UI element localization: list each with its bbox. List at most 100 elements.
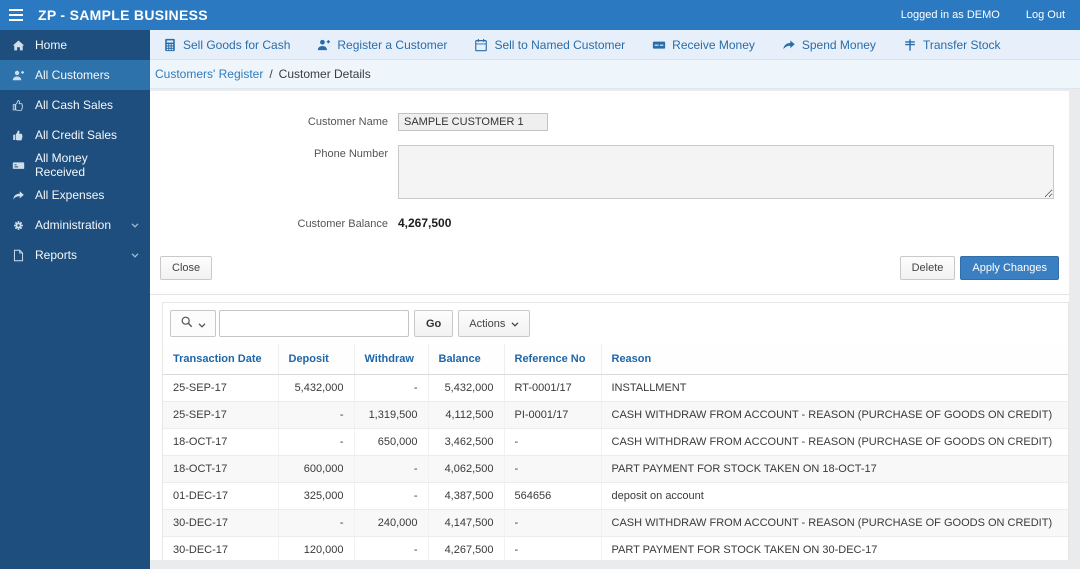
table-cell: - [278, 401, 355, 429]
app-root: ZP - SAMPLE BUSINESS Logged in as DEMO L… [0, 0, 1080, 569]
column-header-reference-no[interactable]: Reference No [504, 344, 602, 375]
phone-number-label: Phone Number [314, 148, 388, 160]
table-cell: CASH WITHDRAW FROM ACCOUNT - REASON (PUR… [601, 509, 1068, 537]
column-header-transaction-date[interactable]: Transaction Date [163, 344, 279, 375]
share-arrow-icon [11, 188, 25, 202]
user-plus-icon [11, 68, 25, 82]
column-header-withdraw[interactable]: Withdraw [354, 344, 429, 375]
table-row: 25-SEP-17 5,432,000-5,432,000 RT-0001/17 IN… [163, 374, 1068, 402]
breadcrumb-current: Customer Details [278, 67, 371, 81]
column-header-deposit[interactable]: Deposit [278, 344, 355, 375]
sidebar-item-all-credit-sales[interactable]: All Credit Sales [0, 120, 150, 150]
table-cell: CASH WITHDRAW FROM ACCOUNT - REASON (PUR… [601, 401, 1068, 429]
go-button[interactable]: Go [414, 310, 454, 337]
document-icon [11, 248, 25, 262]
actions-button-label: Actions [469, 317, 506, 330]
form-buttons-row: Close Delete Apply Changes [150, 256, 1069, 280]
table-cell: 18-OCT-17 [163, 428, 279, 456]
gear-icon [11, 218, 25, 232]
table-cell: 25-SEP-17 [163, 374, 279, 402]
logged-in-text: Logged in as DEMO [900, 9, 1000, 21]
logout-link[interactable]: Log Out [1026, 9, 1065, 21]
thumbs-up-icon [11, 128, 25, 142]
table-row: 18-OCT-17 600,000-4,062,500- PART PAYMENT … [163, 455, 1068, 483]
sidebar-item-label: Home [35, 38, 68, 52]
delete-button[interactable]: Delete [899, 256, 956, 280]
toolbar-item-receive-money[interactable]: Receive Money [652, 38, 755, 52]
chevron-down-icon [198, 316, 206, 331]
table-cell: deposit on account [601, 482, 1068, 510]
sidebar-item-administration[interactable]: Administration [0, 210, 150, 240]
toolbar-item-spend-money[interactable]: Spend Money [782, 38, 876, 52]
toolbar-item-label: Register a Customer [337, 37, 448, 52]
sidebar-item-reports[interactable]: Reports [0, 240, 150, 270]
table-row: 25-SEP-17-1,319,500 4,112,500 PI-0001/17 CA… [163, 401, 1068, 429]
apply-changes-button[interactable]: Apply Changes [960, 256, 1059, 280]
table-row: 18-OCT-17-650,000 3,462,500- CASH WITHDRAW… [163, 428, 1068, 456]
breadcrumb-link[interactable]: Customers' Register [155, 67, 263, 81]
topbar: ZP - SAMPLE BUSINESS Logged in as DEMO L… [0, 0, 1080, 30]
toolbar-item-register-a-customer[interactable]: Register a Customer [317, 38, 447, 52]
close-button[interactable]: Close [160, 256, 213, 280]
toolbar-item-sell-to-named-customer[interactable]: Sell to Named Customer [474, 38, 625, 52]
sidebar-item-label: All Money Received [35, 151, 88, 179]
table-cell: 4,062,500 [428, 455, 505, 483]
table-cell: CASH WITHDRAW FROM ACCOUNT - REASON (PUR… [601, 428, 1068, 456]
sidebar-item-label: Reports [35, 248, 78, 262]
phone-number-textarea[interactable] [398, 145, 1054, 199]
app-title: ZP - SAMPLE BUSINESS [38, 7, 208, 23]
search-options-button[interactable] [170, 310, 216, 337]
column-header-balance[interactable]: Balance [428, 344, 505, 375]
sidebar-item-label: Administration [35, 218, 112, 232]
table-row: 30-DEC-17-240,000 4,147,500- CASH WITHDRAW… [163, 509, 1068, 537]
thumbs-up-outline-icon [11, 98, 25, 112]
home-icon [11, 38, 25, 52]
transactions-report: Go Actions Transaction Date Deposit With… [162, 302, 1069, 560]
toolbar-item-sell-goods-for-cash[interactable]: Sell Goods for Cash [163, 38, 290, 52]
table-cell: 325,000 [278, 482, 355, 510]
actions-button[interactable]: Actions [458, 310, 531, 337]
toolbar-item-transfer-stock[interactable]: Transfer Stock [903, 38, 1001, 52]
table-cell: 5,432,000 [278, 374, 355, 402]
chevron-down-icon [131, 252, 139, 258]
table-cell: - [354, 536, 429, 560]
table-cell: 600,000 [278, 455, 355, 483]
search-input[interactable] [219, 310, 409, 337]
table-cell: 650,000 [354, 428, 429, 456]
table-row: 30-DEC-17 120,000-4,267,500- PART PAYMENT … [163, 536, 1068, 560]
table-cell: INSTALLMENT [601, 374, 1068, 402]
customer-details-form: Customer Name Phone Number Customer Bala… [150, 113, 1069, 295]
table-cell: 01-DEC-17 [163, 482, 279, 510]
toolbar-item-label: Transfer Stock [922, 37, 1001, 52]
magnifier-icon [180, 315, 194, 332]
table-cell: PART PAYMENT FOR STOCK TAKEN ON 18-OCT-1… [601, 455, 1068, 483]
action-toolbar: Sell Goods for Cash Register a Customer … [150, 30, 1080, 60]
chevron-down-icon [511, 318, 519, 330]
table-cell: 4,147,500 [428, 509, 505, 537]
hamburger-menu-icon[interactable] [0, 0, 32, 30]
table-cell: 4,267,500 [428, 536, 505, 560]
table-cell: - [504, 428, 602, 456]
calculator-icon [163, 38, 177, 52]
credit-card-icon [11, 158, 25, 172]
sidebar-item-home[interactable]: Home [0, 30, 150, 60]
main-area: Sell Goods for Cash Register a Customer … [150, 30, 1080, 569]
sidebar-item-label: All Cash Sales [35, 98, 114, 112]
sidebar-item-all-customers[interactable]: All Customers [0, 60, 150, 90]
table-cell: RT-0001/17 [504, 374, 602, 402]
table-cell: - [354, 374, 429, 402]
table-cell: - [278, 509, 355, 537]
column-header-reason[interactable]: Reason [601, 344, 1068, 375]
transactions-table: Transaction Date Deposit Withdraw Balanc… [163, 344, 1068, 560]
table-cell: PI-0001/17 [504, 401, 602, 429]
sidebar-item-all-money-received[interactable]: All Money Received [0, 150, 150, 180]
content-region: Customer Name Phone Number Customer Bala… [150, 91, 1069, 560]
sidebar-item-all-expenses[interactable]: All Expenses [0, 180, 150, 210]
sidebar-item-all-cash-sales[interactable]: All Cash Sales [0, 90, 150, 120]
table-header-row: Transaction Date Deposit Withdraw Balanc… [163, 344, 1068, 375]
customer-name-label: Customer Name [307, 116, 388, 128]
table-cell: PART PAYMENT FOR STOCK TAKEN ON 30-DEC-1… [601, 536, 1068, 560]
share-arrow-icon [782, 38, 796, 52]
customer-name-input[interactable] [398, 113, 548, 131]
toolbar-item-label: Sell Goods for Cash [183, 37, 291, 52]
